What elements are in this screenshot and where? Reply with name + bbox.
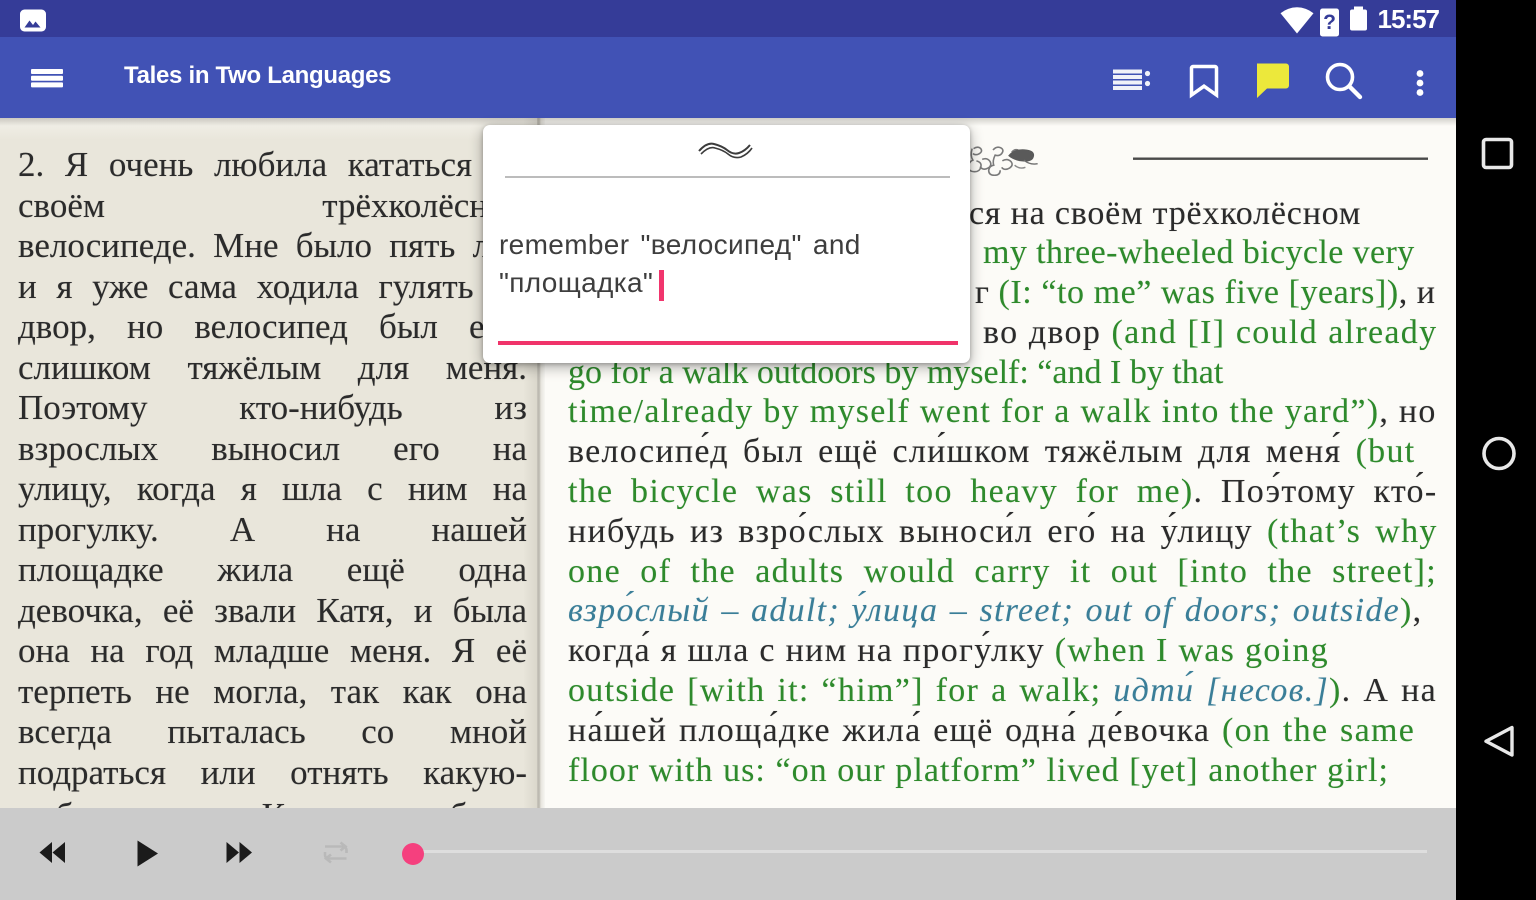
svg-text:?: ? <box>1323 11 1336 34</box>
